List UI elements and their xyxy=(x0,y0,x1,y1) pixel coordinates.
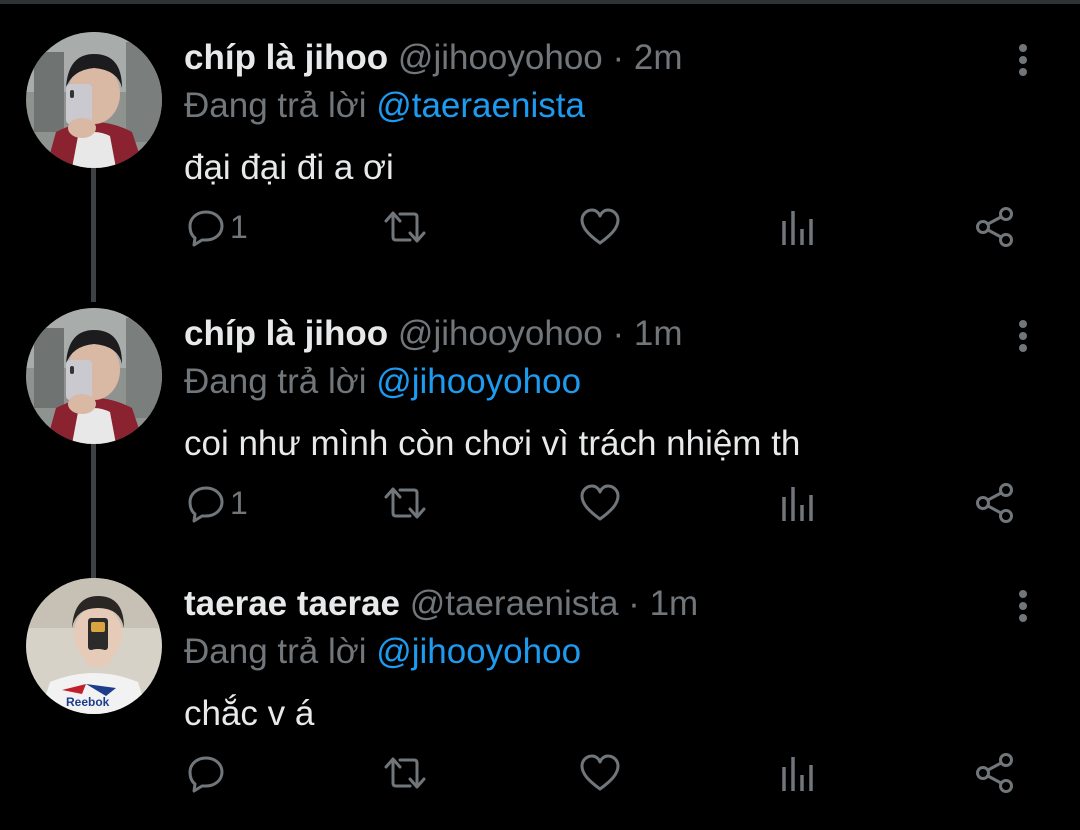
tweet-text: coi như mình còn chơi vì trách nhiệm th xyxy=(184,424,801,463)
display-name[interactable]: chíp là jihoo xyxy=(184,38,388,77)
replying-to: Đang trả lời @jihooyohoo xyxy=(184,358,581,406)
separator-dot: · xyxy=(628,584,640,623)
svg-text:Reebok: Reebok xyxy=(66,695,110,709)
reply-mention-link[interactable]: @jihooyohoo xyxy=(376,362,581,401)
tweet[interactable]: chíp là jihoo @jihooyohoo · 2m Đang trả … xyxy=(0,8,1080,284)
views-icon xyxy=(782,211,813,245)
avatar[interactable] xyxy=(26,308,162,444)
tweet[interactable]: chíp là jihoo @jihooyohoo · 1m Đang trả … xyxy=(0,284,1080,560)
reply-mention-link[interactable]: @jihooyohoo xyxy=(376,632,581,671)
tweet-header: taerae taerae @taeraenista · 1m xyxy=(184,580,698,628)
like-button[interactable] xyxy=(579,748,621,798)
separator-dot: · xyxy=(612,314,625,353)
reply-button[interactable]: 1 xyxy=(186,478,248,528)
reply-count: 1 xyxy=(230,484,248,521)
user-handle[interactable]: @taeraenista xyxy=(410,584,619,623)
more-options-icon xyxy=(1019,320,1027,352)
reply-icon xyxy=(188,486,224,523)
heart-icon xyxy=(580,208,620,245)
more-options-button[interactable] xyxy=(1008,318,1038,354)
tweet-header: chíp là jihoo @jihooyohoo · 1m xyxy=(184,310,683,358)
more-options-button[interactable] xyxy=(1008,588,1038,624)
share-button[interactable] xyxy=(974,202,1016,252)
avatar[interactable] xyxy=(26,32,162,168)
tweet-text: chắc v á xyxy=(184,694,315,733)
more-options-icon xyxy=(1019,44,1027,76)
timestamp[interactable]: 2m xyxy=(634,38,683,77)
reply-icon xyxy=(188,210,224,247)
tweet-actions: 1 xyxy=(0,478,1080,528)
reply-icon xyxy=(188,756,224,793)
reply-count: 1 xyxy=(230,208,248,245)
retweet-button[interactable] xyxy=(382,478,428,528)
user-handle[interactable]: @jihooyohoo xyxy=(398,38,603,77)
reply-button[interactable] xyxy=(186,748,230,798)
separator-dot: · xyxy=(612,38,625,77)
tweet-actions xyxy=(0,748,1080,798)
share-icon xyxy=(976,207,1013,247)
heart-icon xyxy=(580,484,620,521)
retweet-button[interactable] xyxy=(382,202,428,252)
replying-to-label: Đang trả lời xyxy=(184,86,367,125)
views-button[interactable] xyxy=(780,748,816,798)
share-icon xyxy=(976,483,1013,523)
retweet-icon xyxy=(384,211,426,243)
heart-icon xyxy=(580,754,620,791)
tweet-text: đại đại đi a ơi xyxy=(184,148,394,187)
views-icon xyxy=(782,487,813,521)
tweet-actions: 1 xyxy=(0,202,1080,252)
views-button[interactable] xyxy=(780,478,816,528)
more-options-button[interactable] xyxy=(1008,42,1038,78)
views-icon xyxy=(782,757,813,791)
reply-mention-link[interactable]: @taeraenista xyxy=(376,86,585,125)
timestamp[interactable]: 1m xyxy=(650,584,699,623)
views-button[interactable] xyxy=(780,202,816,252)
tweet[interactable]: Reebok taerae taerae @taeraenista · 1m Đ… xyxy=(0,554,1080,830)
share-button[interactable] xyxy=(974,748,1016,798)
timestamp[interactable]: 1m xyxy=(634,314,683,353)
replying-to-label: Đang trả lời xyxy=(184,632,367,671)
avatar[interactable]: Reebok xyxy=(26,578,162,714)
reply-button[interactable]: 1 xyxy=(186,202,248,252)
retweet-icon xyxy=(384,757,426,789)
replying-to-label: Đang trả lời xyxy=(184,362,367,401)
display-name[interactable]: taerae taerae xyxy=(184,584,400,623)
replying-to: Đang trả lời @taeraenista xyxy=(184,82,585,130)
retweet-icon xyxy=(384,487,426,519)
share-icon xyxy=(976,753,1013,793)
replying-to: Đang trả lời @jihooyohoo xyxy=(184,628,581,676)
user-handle[interactable]: @jihooyohoo xyxy=(398,314,603,353)
display-name[interactable]: chíp là jihoo xyxy=(184,314,388,353)
share-button[interactable] xyxy=(974,478,1016,528)
like-button[interactable] xyxy=(579,478,621,528)
like-button[interactable] xyxy=(579,202,621,252)
tweet-header: chíp là jihoo @jihooyohoo · 2m xyxy=(184,34,683,82)
more-options-icon xyxy=(1019,590,1027,622)
retweet-button[interactable] xyxy=(382,748,428,798)
top-divider xyxy=(0,0,1080,4)
